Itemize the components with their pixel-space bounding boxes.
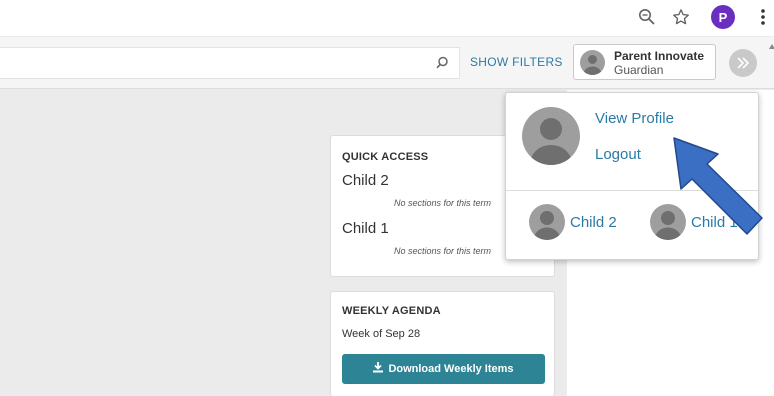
- download-icon: [373, 362, 384, 376]
- logout-link[interactable]: Logout: [595, 146, 641, 163]
- no-sections-note: No sections for this term: [393, 198, 491, 208]
- quick-access-title: QUICK ACCESS: [342, 151, 429, 163]
- user-avatar: [580, 50, 605, 75]
- child-avatar: [650, 204, 686, 240]
- child-name: Child 1: [691, 213, 738, 231]
- zoom-icon[interactable]: [636, 6, 658, 28]
- app-header: SHOW FILTERS Parent Innovate Guardian: [0, 37, 774, 89]
- divider: [506, 190, 758, 191]
- show-filters-button[interactable]: SHOW FILTERS: [470, 55, 563, 69]
- search-input[interactable]: [0, 47, 460, 79]
- weekly-agenda-card: WEEKLY AGENDA Week of Sep 28 Download We…: [330, 291, 555, 396]
- profile-avatar: [522, 107, 580, 165]
- quick-access-child[interactable]: Child 2: [342, 172, 389, 189]
- view-profile-link[interactable]: View Profile: [595, 110, 674, 127]
- star-icon[interactable]: [670, 6, 692, 28]
- quick-access-child[interactable]: Child 1: [342, 220, 389, 237]
- download-weekly-items-button[interactable]: Download Weekly Items: [342, 354, 545, 384]
- search-icon[interactable]: [434, 55, 450, 71]
- profile-dropdown: View Profile Logout Child 2 Child 1: [505, 92, 759, 260]
- no-sections-note: No sections for this term: [393, 246, 491, 256]
- download-button-label: Download Weekly Items: [388, 363, 514, 375]
- dropdown-child-item[interactable]: Child 2: [529, 204, 617, 240]
- double-chevron-icon[interactable]: [729, 49, 757, 77]
- child-avatar: [529, 204, 565, 240]
- week-label: Week of Sep 28: [342, 328, 421, 340]
- scrollbar-up-arrow[interactable]: [769, 44, 774, 49]
- child-name: Child 2: [570, 213, 617, 231]
- dropdown-child-item[interactable]: Child 1: [650, 204, 738, 240]
- user-role: Guardian: [614, 63, 664, 77]
- screen: P SHOW FILTERS Parent Innovate Guardian …: [0, 0, 774, 396]
- browser-toolbar: P: [0, 0, 774, 36]
- weekly-agenda-title: WEEKLY AGENDA: [342, 305, 441, 317]
- user-name: Parent Innovate: [614, 49, 705, 63]
- user-menu-button[interactable]: Parent Innovate Guardian: [573, 44, 716, 80]
- browser-profile-avatar[interactable]: P: [711, 5, 735, 29]
- kebab-menu-icon[interactable]: [752, 6, 774, 28]
